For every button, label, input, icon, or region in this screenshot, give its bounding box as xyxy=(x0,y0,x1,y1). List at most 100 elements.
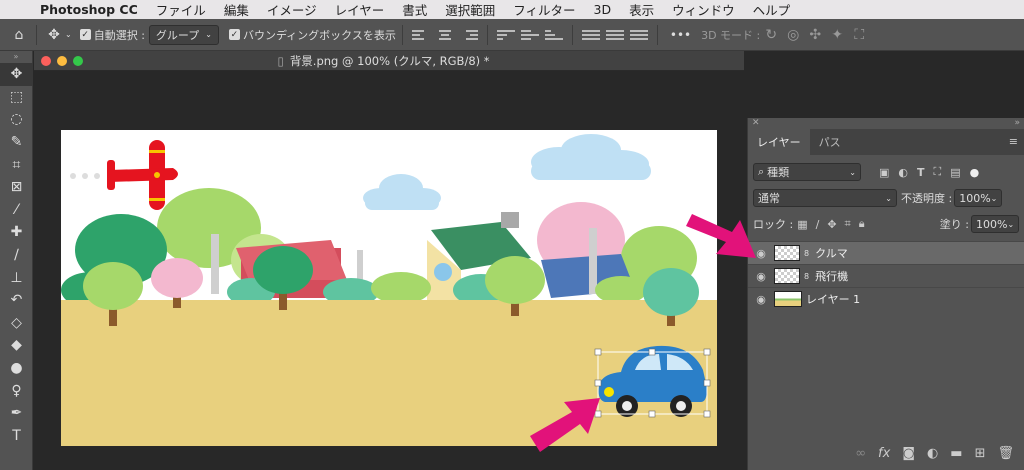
close-window-icon[interactable] xyxy=(41,55,51,66)
layers-panel: ✕ » レイヤー パス ≡ ⌕ 種類 ⌄ ▣ ◐ T ⛶ ▤ ● 通常 ⌄ 不透明度 … xyxy=(747,118,1024,470)
dodge-tool-icon[interactable]: ♀ xyxy=(0,379,33,402)
menu-view[interactable]: 表示 xyxy=(629,0,654,19)
brush-tool-icon[interactable]: ∕ xyxy=(0,244,33,267)
layer-thumbnail xyxy=(774,245,800,261)
filter-smart-object-icon[interactable]: ▤ xyxy=(950,166,960,179)
filter-type-icon[interactable]: T xyxy=(917,166,925,179)
type-tool-icon[interactable]: T xyxy=(0,425,33,448)
align-middle-icon[interactable] xyxy=(520,28,539,42)
canvas-artwork xyxy=(61,130,717,446)
layer-row-background[interactable]: ◉ レイヤー 1 xyxy=(748,287,1024,310)
align-top-icon[interactable] xyxy=(496,28,515,42)
minimize-window-icon[interactable] xyxy=(57,55,67,66)
lock-all-icon[interactable]: 🔒︎ xyxy=(859,217,865,231)
layer-row-car[interactable]: ◉ 8 クルマ xyxy=(748,241,1024,264)
filter-adjustment-icon[interactable]: ◐ xyxy=(898,166,908,179)
adjustment-layer-icon[interactable]: ◐ xyxy=(927,446,938,461)
move-tool-icon[interactable]: ✥ xyxy=(43,24,65,46)
tab-layers[interactable]: レイヤー xyxy=(748,129,810,155)
toolbar-collapse-icon[interactable]: » xyxy=(0,51,32,63)
paint-bucket-icon[interactable]: ◆ xyxy=(0,334,33,357)
frame-tool-icon[interactable]: ⊠ xyxy=(0,176,33,199)
fx-icon[interactable]: fx xyxy=(878,446,890,461)
filter-pixel-icon[interactable]: ▣ xyxy=(879,166,889,179)
canvas[interactable] xyxy=(61,130,717,446)
visibility-eye-icon[interactable]: ◉ xyxy=(748,247,774,260)
chevron-down-icon[interactable]: ⌄ xyxy=(65,30,72,39)
more-options-button[interactable]: ••• xyxy=(670,28,691,42)
blur-tool-icon[interactable]: ● xyxy=(0,357,33,380)
lock-pixels-icon[interactable]: ∕ xyxy=(816,218,820,231)
chevron-down-icon: ⌄ xyxy=(849,167,856,177)
filter-shape-icon[interactable]: ⛶ xyxy=(934,165,942,179)
3d-mode-label: 3D モード : xyxy=(701,28,761,42)
3d-pan-icon[interactable]: ✣ xyxy=(804,24,826,46)
clone-stamp-icon[interactable]: ⊥ xyxy=(0,266,33,289)
visibility-eye-icon[interactable]: ◉ xyxy=(748,270,774,283)
auto-select-dropdown[interactable]: グループ ⌄ xyxy=(148,24,219,45)
menu-3d[interactable]: 3D xyxy=(594,2,612,17)
3d-slide-icon[interactable]: ✦ xyxy=(826,24,848,46)
menu-type[interactable]: 書式 xyxy=(402,0,427,19)
menu-filter[interactable]: フィルター xyxy=(513,0,575,19)
history-brush-icon[interactable]: ↶ xyxy=(0,289,33,312)
lock-row: ロック : ▦ ∕ ✥ ⌗ 🔒︎ 塗り : 100% ⌄ xyxy=(748,211,1024,237)
quick-select-tool-icon[interactable]: ✎ xyxy=(0,131,33,154)
filter-toggle-icon[interactable]: ● xyxy=(970,166,980,179)
menu-app-name[interactable]: Photoshop CC xyxy=(40,2,138,17)
opacity-input[interactable]: 100% ⌄ xyxy=(954,189,1003,207)
panel-menu-icon[interactable]: ≡ xyxy=(1009,135,1018,148)
trash-icon[interactable]: 🗑︎ xyxy=(997,446,1014,461)
menu-image[interactable]: イメージ xyxy=(267,0,317,19)
layers-panel-footer: ∞ fx ◙ ◐ ▬ ⊞ 🗑︎ xyxy=(748,436,1024,470)
eraser-tool-icon[interactable]: ◇ xyxy=(0,312,33,335)
visibility-eye-icon[interactable]: ◉ xyxy=(748,293,774,306)
new-layer-icon[interactable]: ⊞ xyxy=(975,446,986,461)
menu-file[interactable]: ファイル xyxy=(156,0,206,19)
3d-roll-icon[interactable]: ◎ xyxy=(782,24,804,46)
tab-paths[interactable]: パス xyxy=(810,129,850,155)
bounding-box-checkbox[interactable]: ✓ xyxy=(228,29,240,40)
filter-kind-dropdown[interactable]: ⌕ 種類 ⌄ xyxy=(753,163,861,181)
lasso-tool-icon[interactable]: ◌ xyxy=(0,108,33,131)
3d-scale-icon[interactable]: ⛶ xyxy=(848,24,870,46)
folder-icon[interactable]: ▬ xyxy=(950,446,962,461)
distribute-bottom-icon[interactable] xyxy=(629,28,648,42)
marquee-tool-icon[interactable]: ⬚ xyxy=(0,86,33,109)
menu-edit[interactable]: 編集 xyxy=(224,0,249,19)
panel-close-icon[interactable]: ✕ xyxy=(752,118,760,128)
move-tool-icon[interactable]: ✥ xyxy=(0,63,33,86)
menu-layer[interactable]: レイヤー xyxy=(335,0,385,19)
fill-input[interactable]: 100% ⌄ xyxy=(971,215,1019,233)
distribute-top-icon[interactable] xyxy=(581,28,600,42)
lock-artboard-icon[interactable]: ⌗ xyxy=(845,217,851,231)
align-left-icon[interactable] xyxy=(411,28,430,42)
home-icon[interactable]: ⌂ xyxy=(8,24,30,46)
align-center-icon[interactable] xyxy=(436,28,454,42)
menu-help[interactable]: ヘルプ xyxy=(753,0,791,19)
lock-position-icon[interactable]: ✥ xyxy=(827,218,836,231)
menu-bar: Photoshop CC ファイル 編集 イメージ レイヤー 書式 選択範囲 フ… xyxy=(0,0,1024,19)
filter-kind-label: 種類 xyxy=(767,166,790,179)
crop-tool-icon[interactable]: ⌗ xyxy=(0,153,33,176)
layer-row-plane[interactable]: ◉ 8 飛行機 xyxy=(748,264,1024,287)
lock-transparent-icon[interactable]: ▦ xyxy=(797,218,807,231)
blend-mode-dropdown[interactable]: 通常 ⌄ xyxy=(753,189,897,207)
zoom-window-icon[interactable] xyxy=(73,55,83,66)
distribute-middle-icon[interactable] xyxy=(605,28,624,42)
auto-select-checkbox[interactable]: ✓ xyxy=(79,29,91,40)
healing-brush-icon[interactable]: ✚ xyxy=(0,221,33,244)
document-tab[interactable]: ▯ 背景.png @ 100% (クルマ, RGB/8) * xyxy=(34,51,744,71)
eyedropper-tool-icon[interactable]: ⁄ xyxy=(0,199,33,222)
menu-select[interactable]: 選択範囲 xyxy=(445,0,495,19)
chevron-down-icon: ⌄ xyxy=(990,193,998,203)
panel-collapse-icon[interactable]: » xyxy=(1014,118,1020,128)
align-right-icon[interactable] xyxy=(460,28,478,42)
divider xyxy=(401,24,403,45)
link-layers-icon[interactable]: ∞ xyxy=(855,446,866,461)
3d-orbit-icon[interactable]: ↻ xyxy=(760,24,782,46)
align-bottom-icon[interactable] xyxy=(544,28,563,42)
menu-window[interactable]: ウィンドウ xyxy=(672,0,735,19)
add-mask-icon[interactable]: ◙ xyxy=(902,446,915,461)
pen-tool-icon[interactable]: ✒ xyxy=(0,402,33,425)
